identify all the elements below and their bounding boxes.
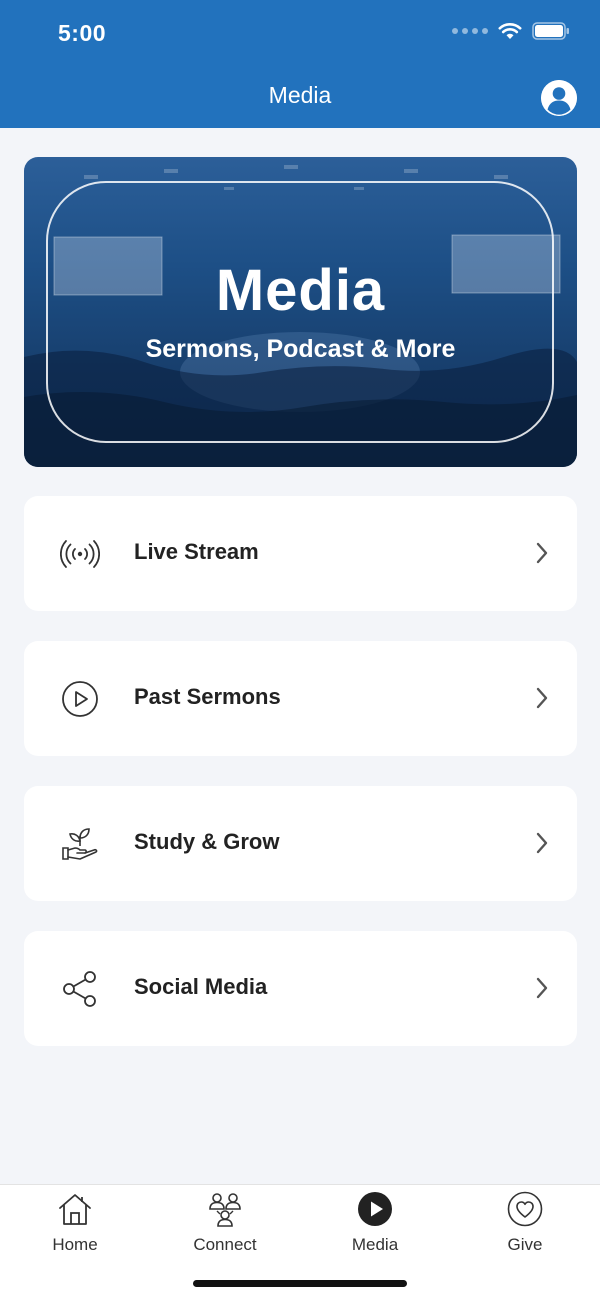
tab-connect-label: Connect bbox=[193, 1235, 257, 1254]
play-circle-filled-icon bbox=[358, 1192, 392, 1226]
media-screen: 5:00 Media Media Sermons, Podcast & More… bbox=[0, 0, 600, 1299]
past-sermons-item[interactable]: Past Sermons bbox=[24, 641, 577, 756]
hero-banner[interactable]: Media Sermons, Podcast & More bbox=[24, 157, 577, 467]
people-icon bbox=[209, 1193, 241, 1227]
profile-button[interactable] bbox=[541, 80, 577, 116]
hero-title: Media bbox=[215, 258, 386, 323]
home-indicator[interactable] bbox=[193, 1280, 407, 1287]
social-media-label: Social Media bbox=[134, 974, 268, 999]
signal-icon bbox=[452, 28, 488, 34]
heart-circle-icon bbox=[507, 1191, 543, 1227]
battery-icon bbox=[532, 22, 569, 40]
status-time: 5:00 bbox=[58, 20, 107, 46]
share-icon bbox=[63, 971, 96, 1007]
tab-home-label: Home bbox=[52, 1235, 98, 1254]
study-grow-item[interactable]: Study & Grow bbox=[24, 786, 577, 901]
header-bar: 5:00 Media bbox=[0, 0, 600, 128]
hero-subtitle: Sermons, Podcast & More bbox=[145, 335, 456, 363]
page-title: Media bbox=[268, 82, 332, 108]
study-grow-label: Study & Grow bbox=[134, 829, 280, 854]
wifi-icon bbox=[498, 23, 522, 39]
chevron-right-icon bbox=[536, 832, 548, 854]
chevron-right-icon bbox=[536, 542, 548, 564]
chevron-right-icon bbox=[536, 687, 548, 709]
tab-media-label: Media bbox=[351, 1235, 399, 1254]
tab-media[interactable]: Media bbox=[300, 1185, 450, 1265]
live-stream-label: Live Stream bbox=[134, 539, 259, 564]
tab-home[interactable]: Home bbox=[0, 1185, 150, 1265]
social-media-item[interactable]: Social Media bbox=[24, 931, 577, 1046]
tab-connect[interactable]: Connect bbox=[150, 1185, 300, 1265]
live-stream-item[interactable]: Live Stream bbox=[24, 496, 577, 611]
person-circle-icon bbox=[541, 80, 577, 116]
hand-plant-icon bbox=[62, 828, 98, 860]
broadcast-icon bbox=[60, 540, 100, 568]
past-sermons-label: Past Sermons bbox=[134, 684, 281, 709]
chevron-right-icon bbox=[536, 977, 548, 999]
status-icons bbox=[452, 22, 570, 40]
tab-give-label: Give bbox=[507, 1235, 543, 1254]
tab-give[interactable]: Give bbox=[450, 1185, 600, 1265]
play-circle-icon bbox=[62, 681, 98, 717]
house-icon bbox=[59, 1194, 91, 1225]
